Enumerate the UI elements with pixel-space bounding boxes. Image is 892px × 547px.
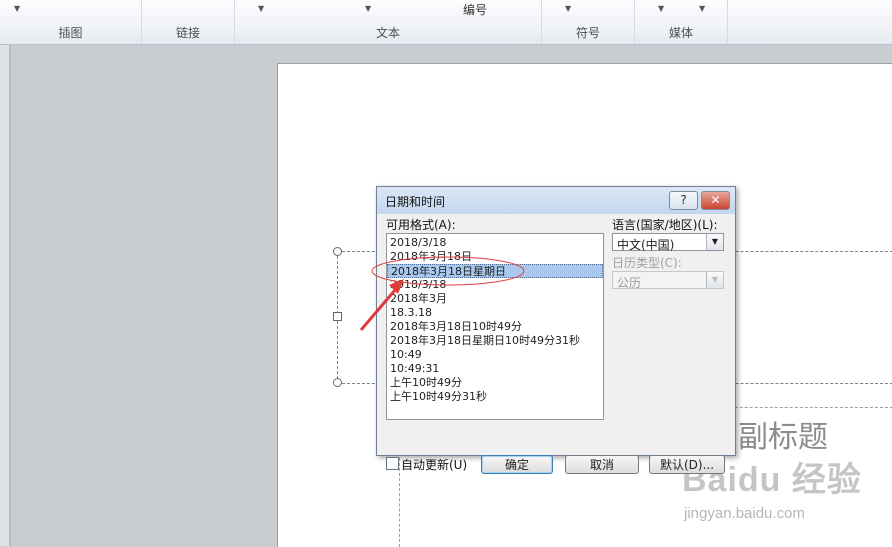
date-time-dialog: 日期和时间 ? ✕ 可用格式(A): 2018/3/18 2018年3月18日 … — [376, 186, 736, 474]
dropdown-arrow-icon[interactable]: ▼ — [658, 4, 664, 13]
list-item[interactable]: 2018年3月18日 — [387, 250, 603, 264]
help-button[interactable]: ? — [669, 191, 698, 210]
dialog-titlebar[interactable]: 日期和时间 ? ✕ — [377, 187, 735, 214]
ribbon-group-label: 符号 — [575, 26, 600, 40]
ribbon-group-label: 媒体 — [668, 26, 693, 40]
dropdown-arrow-icon[interactable]: ▼ — [14, 4, 20, 13]
ribbon-group-label: 链接 — [175, 26, 200, 40]
calendar-type-select: 公历 ▼ — [612, 271, 724, 290]
list-item[interactable]: 2018年3月18日10时49分 — [387, 320, 603, 334]
chevron-down-icon[interactable]: ▼ — [706, 234, 723, 250]
ribbon-group-media[interactable]: ▼ ▼ 媒体 — [635, 0, 728, 44]
list-item[interactable]: 2018年3月 — [387, 292, 603, 306]
resize-handle[interactable] — [333, 312, 342, 321]
calendar-type-value: 公历 — [617, 276, 642, 290]
cancel-button[interactable]: 取消 — [565, 455, 639, 474]
formats-listbox[interactable]: 2018/3/18 2018年3月18日 2018年3月18日星期日 2018/… — [386, 233, 604, 420]
subtitle-placeholder-text: 副标题 — [738, 420, 828, 455]
resize-handle[interactable] — [333, 378, 342, 387]
ribbon-group-text[interactable]: ▼ ▼ 编号 文本 — [235, 0, 542, 44]
list-item[interactable]: 10:49:31 — [387, 362, 603, 376]
auto-update-checkbox[interactable] — [386, 457, 399, 470]
calendar-type-label: 日历类型(C): — [612, 256, 682, 270]
list-item[interactable]: 2018年3月18日星期日10时49分31秒 — [387, 334, 603, 348]
dropdown-arrow-icon[interactable]: ▼ — [365, 4, 371, 13]
chevron-down-icon: ▼ — [706, 272, 723, 288]
pane-splitter[interactable] — [9, 45, 11, 546]
watermark-url: jingyan.baidu.com — [684, 505, 805, 522]
list-item[interactable]: 上午10时49分31秒 — [387, 390, 603, 404]
numbering-button[interactable]: 编号 — [435, 1, 515, 18]
ribbon-group-illustrations[interactable]: ▼ 插图 — [0, 0, 142, 44]
ribbon-group-symbols[interactable]: ▼ 符号 — [542, 0, 635, 44]
ribbon-group-label: 插图 — [58, 26, 83, 40]
ribbon-group-label: 文本 — [375, 26, 400, 40]
ok-button[interactable]: 确定 — [481, 455, 553, 474]
list-item-selected[interactable]: 2018年3月18日星期日 — [387, 264, 603, 278]
list-item[interactable]: 18.3.18 — [387, 306, 603, 320]
formats-label: 可用格式(A): — [386, 218, 456, 232]
dialog-title: 日期和时间 — [385, 195, 446, 209]
dropdown-arrow-icon[interactable]: ▼ — [699, 4, 705, 13]
auto-update-label[interactable]: 自动更新(U) — [401, 456, 467, 473]
language-label: 语言(国家/地区)(L): — [612, 218, 718, 232]
ribbon: ▼ 插图 链接 ▼ ▼ 编号 文本 ▼ 符号 ▼ ▼ 媒体 — [0, 0, 892, 45]
close-button[interactable]: ✕ — [701, 191, 730, 210]
resize-handle[interactable] — [333, 247, 342, 256]
dialog-body: 可用格式(A): 2018/3/18 2018年3月18日 2018年3月18日… — [377, 214, 735, 474]
ribbon-group-links[interactable]: 链接 — [142, 0, 235, 44]
list-item[interactable]: 上午10时49分 — [387, 376, 603, 390]
language-select[interactable]: 中文(中国) ▼ — [612, 233, 724, 252]
default-button[interactable]: 默认(D)... — [649, 455, 725, 474]
language-value: 中文(中国) — [617, 238, 675, 252]
list-item[interactable]: 10:49 — [387, 348, 603, 362]
list-item[interactable]: 2018/3/18 — [387, 236, 603, 250]
list-item[interactable]: 2018/3/18 — [387, 278, 603, 292]
dropdown-arrow-icon[interactable]: ▼ — [565, 4, 571, 13]
dropdown-arrow-icon[interactable]: ▼ — [258, 4, 264, 13]
